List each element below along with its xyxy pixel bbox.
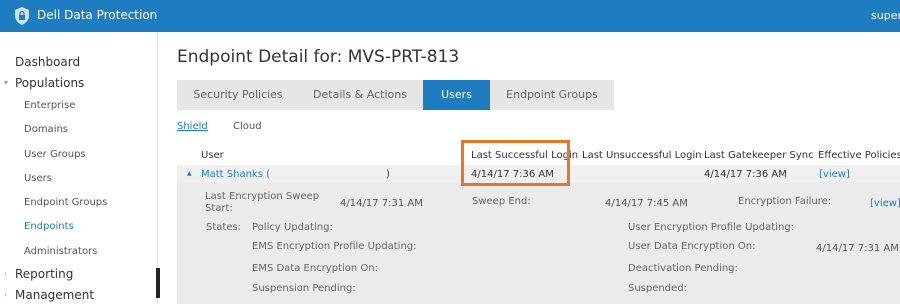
column-header-effective-policies[interactable]: Effective Policies (818, 150, 900, 161)
sidebar-item-endpoints[interactable]: Endpoints (24, 221, 74, 232)
shield-lock-icon (15, 7, 29, 25)
sweep-end-label: Sweep End: (472, 196, 531, 207)
tab-security-policies[interactable]: Security Policies (177, 80, 299, 110)
user-data-encryption-value: 4/14/17 7:31 AM (816, 243, 899, 254)
sidebar-item-dashboard[interactable]: Dashboard (15, 55, 80, 69)
sidebar-item-reporting[interactable]: Reporting (15, 267, 73, 281)
ems-data-encryption-label: EMS Data Encryption On: (252, 263, 378, 274)
user-profile-updating-label: User Encryption Profile Updating: (628, 222, 795, 233)
user-link[interactable]: Matt Shanks ( (201, 169, 270, 180)
subtab-shield[interactable]: Shield (177, 121, 208, 132)
app-title: Dell Data Protection (37, 8, 158, 22)
expand-caret-icon[interactable]: › (4, 290, 7, 299)
policy-updating-label: Policy Updating: (252, 222, 333, 233)
suspension-pending-label: Suspension Pending: (252, 283, 356, 294)
tab-details-actions[interactable]: Details & Actions (299, 80, 421, 110)
tab-endpoint-groups[interactable]: Endpoint Groups (490, 80, 614, 110)
tab-bar: Security Policies Details & Actions User… (177, 80, 614, 110)
column-header-last-gatekeeper-sync[interactable]: Last Gatekeeper Sync (704, 150, 814, 161)
sidebar-item-domains[interactable]: Domains (24, 124, 68, 135)
expand-caret-icon[interactable]: › (4, 269, 7, 278)
sidebar-item-users[interactable]: Users (24, 173, 52, 184)
user-menu[interactable]: super (871, 9, 900, 22)
top-bar: Dell Data Protection super (0, 0, 900, 32)
sidebar-item-endpoint-groups[interactable]: Endpoint Groups (24, 197, 107, 208)
sidebar-item-user-groups[interactable]: User Groups (24, 149, 86, 160)
user-data-encryption-label: User Data Encryption On: (628, 241, 756, 252)
sweep-start-value: 4/14/17 7:31 AM (340, 198, 423, 209)
sidebar-item-populations[interactable]: Populations (15, 76, 84, 90)
last-gatekeeper-sync-value: 4/14/17 7:36 AM (704, 169, 787, 180)
suspended-label: Suspended: (628, 283, 687, 294)
highlight-box (461, 140, 570, 186)
expand-row-icon[interactable]: ▲ (187, 170, 192, 177)
subtab-cloud[interactable]: Cloud (233, 121, 262, 132)
page-title: Endpoint Detail for: MVS-PRT-813 (177, 47, 460, 67)
ems-profile-updating-label: EMS Encryption Profile Updating: (252, 241, 417, 252)
sidebar-item-management[interactable]: Management (15, 288, 94, 302)
sweep-start-label: Last Encryption Sweep (205, 191, 320, 202)
column-header-last-unsuccessful-login[interactable]: Last Unsuccessful Login (582, 150, 702, 161)
main-content: Endpoint Detail for: MVS-PRT-813 Securit… (160, 32, 900, 304)
states-label: States: (206, 222, 242, 233)
encryption-failure-view-link[interactable]: [view] (870, 198, 900, 209)
sidebar-item-administrators[interactable]: Administrators (24, 246, 97, 257)
effective-policies-link[interactable]: [view] (819, 169, 850, 180)
sidebar-item-enterprise[interactable]: Enterprise (24, 100, 75, 111)
collapse-caret-icon[interactable]: ▾ (4, 78, 8, 87)
deactivation-pending-label: Deactivation Pending: (628, 263, 738, 274)
sweep-end-value: 4/14/17 7:45 AM (605, 198, 688, 209)
sweep-start-label-line2: Start: (205, 203, 233, 214)
tab-users[interactable]: Users (423, 80, 490, 110)
user-name-close: ) (386, 169, 390, 180)
sidebar: Dashboard ▾ Populations Enterprise Domai… (0, 32, 158, 304)
column-header-user[interactable]: User (201, 150, 224, 161)
encryption-failure-label: Encryption Failure: (738, 196, 832, 207)
